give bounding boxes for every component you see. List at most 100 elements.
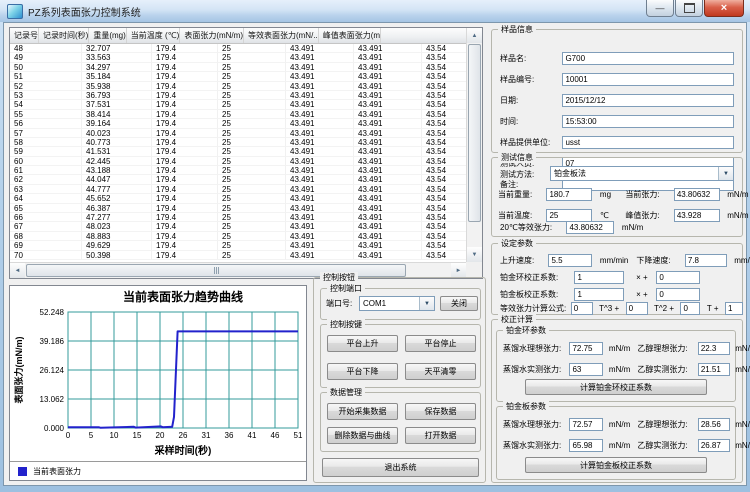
table-row[interactable]: 50 34.297 179.4 25 43.491 43.491 43.54 xyxy=(10,63,466,72)
table-row[interactable]: 61 43.188 179.4 25 43.491 43.491 43.54 xyxy=(10,166,466,175)
table-row[interactable]: 51 35.184 179.4 25 43.491 43.491 43.54 xyxy=(10,72,466,81)
table-row[interactable]: 56 39.164 179.4 25 43.491 43.491 43.54 xyxy=(10,119,466,128)
sample-field-input[interactable]: 2015/12/12 xyxy=(562,94,734,107)
sample-field-input[interactable]: usst xyxy=(562,136,734,149)
svg-text:46: 46 xyxy=(271,431,280,440)
table-row[interactable]: 48 32.707 179.4 25 43.491 43.491 43.54 xyxy=(10,44,466,53)
platform-up-button[interactable]: 平台上升 xyxy=(327,335,398,352)
port-label: 端口号: xyxy=(326,298,352,309)
sample-field-input[interactable]: 10001 xyxy=(562,73,734,86)
table-column-header[interactable]: 峰值表面张力(m xyxy=(319,28,381,43)
table-row[interactable]: 57 40.023 179.4 25 43.491 43.491 43.54 xyxy=(10,129,466,138)
formula-c-input[interactable]: 0 xyxy=(680,302,700,315)
field-input[interactable]: 43.928 xyxy=(674,209,720,222)
calc-ring-coef-button[interactable]: 计算铂金环校正系数 xyxy=(525,379,707,395)
table-row[interactable]: 54 37.531 179.4 25 43.491 43.491 43.54 xyxy=(10,100,466,109)
field-input[interactable]: 28.56 xyxy=(698,418,730,431)
sample-info-group: 样品信息 样品名: G700 样品编号: 10001 日期: 2015/12/1… xyxy=(491,29,743,153)
cell-equivalent-tension: 43.491 xyxy=(354,82,422,91)
table-row[interactable]: 49 33.563 179.4 25 43.491 43.491 43.54 xyxy=(10,53,466,62)
table-column-header[interactable]: 等效表面张力(mN/.. xyxy=(244,28,319,43)
formula-a-input[interactable]: 0 xyxy=(571,302,593,315)
ring-coef-b-input[interactable]: 0 xyxy=(656,271,700,284)
maximize-button[interactable] xyxy=(675,0,703,17)
table-row[interactable]: 55 38.414 179.4 25 43.491 43.491 43.54 xyxy=(10,110,466,119)
cell-record-no: 49 xyxy=(10,53,82,62)
ring-params-title: 铂金环参数 xyxy=(503,325,549,336)
field-input[interactable]: 72.75 xyxy=(569,342,603,355)
test-method-select[interactable]: 铂金板法 ▼ xyxy=(550,166,734,181)
table-row[interactable]: 60 42.445 179.4 25 43.491 43.491 43.54 xyxy=(10,157,466,166)
start-collect-button[interactable]: 开始采集数据 xyxy=(327,403,398,420)
formula-d-input[interactable]: 1 xyxy=(725,302,743,315)
port-select[interactable]: COM1 ▼ xyxy=(359,296,435,311)
equiv-tension-input[interactable]: 43.80632 xyxy=(566,221,614,234)
test-method-label: 测试方法: xyxy=(500,169,534,180)
ring-coef-k-input[interactable]: 1 xyxy=(574,271,624,284)
table-row[interactable]: 59 41.531 179.4 25 43.491 43.491 43.54 xyxy=(10,147,466,156)
platform-stop-button[interactable]: 平台停止 xyxy=(405,335,476,352)
field-label: 蒸馏水理想张力: xyxy=(503,419,565,430)
calc-plate-coef-button[interactable]: 计算铂金板校正系数 xyxy=(525,457,707,473)
table-column-header[interactable]: 记录时间(秒) xyxy=(39,28,89,43)
scroll-down-icon[interactable]: ▼ xyxy=(467,247,482,262)
table-column-header[interactable]: 表面张力(mN/m) xyxy=(180,28,244,43)
balance-zero-button[interactable]: 天平清零 xyxy=(405,363,476,380)
scroll-left-icon[interactable]: ◄ xyxy=(10,263,25,278)
minimize-button[interactable]: — xyxy=(646,0,674,17)
field-input[interactable]: 63 xyxy=(569,363,603,376)
vertical-scrollbar[interactable]: ▲ ▼ xyxy=(466,28,482,262)
table-row[interactable]: 68 48.883 179.4 25 43.491 43.491 43.54 xyxy=(10,232,466,241)
close-port-button[interactable]: 关闭 xyxy=(440,296,478,311)
table-column-header[interactable]: 重量(mg) xyxy=(89,28,126,43)
cell-weight: 179.4 xyxy=(152,241,218,250)
chevron-down-icon[interactable]: ▼ xyxy=(718,167,733,180)
cell-peak-tension: 43.54 xyxy=(422,213,466,222)
cell-weight: 179.4 xyxy=(152,72,218,81)
field-input[interactable]: 65.98 xyxy=(569,439,603,452)
cell-surface-tension: 43.491 xyxy=(286,72,354,81)
table-row[interactable]: 67 48.023 179.4 25 43.491 43.491 43.54 xyxy=(10,222,466,231)
vertical-scroll-thumb[interactable] xyxy=(468,44,481,222)
field-input[interactable]: 72.57 xyxy=(569,418,603,431)
close-button[interactable]: × xyxy=(704,0,744,17)
table-row[interactable]: 64 45.652 179.4 25 43.491 43.491 43.54 xyxy=(10,194,466,203)
table-column-header[interactable]: 当前温度 (℃) xyxy=(127,28,181,43)
down-speed-input[interactable]: 7.8 xyxy=(685,254,727,267)
table-row[interactable]: 66 47.277 179.4 25 43.491 43.491 43.54 xyxy=(10,213,466,222)
field-input[interactable]: 26.87 xyxy=(698,439,730,452)
field-input[interactable]: 43.80632 xyxy=(674,188,720,201)
test-field-row: 当前重量: 180.7 mg 当前张力: 43.80632 mN/m xyxy=(498,186,742,204)
title-bar[interactable]: PZ系列表面张力控制系统 — × xyxy=(0,0,750,22)
delete-data-button[interactable]: 删除数据与曲线 xyxy=(327,427,398,444)
table-row[interactable]: 62 44.047 179.4 25 43.491 43.491 43.54 xyxy=(10,175,466,184)
table-row[interactable]: 70 50.398 179.4 25 43.491 43.491 43.54 xyxy=(10,251,466,260)
open-data-button[interactable]: 打开数据 xyxy=(405,427,476,444)
platform-down-button[interactable]: 平台下降 xyxy=(327,363,398,380)
table-row[interactable]: 58 40.773 179.4 25 43.491 43.491 43.54 xyxy=(10,138,466,147)
sample-field-input[interactable]: G700 xyxy=(562,52,734,65)
table-row[interactable]: 53 36.793 179.4 25 43.491 43.491 43.54 xyxy=(10,91,466,100)
chevron-down-icon[interactable]: ▼ xyxy=(419,297,434,310)
field-input[interactable]: 22.3 xyxy=(698,342,730,355)
field-input[interactable]: 21.51 xyxy=(698,363,730,376)
cell-temperature: 25 xyxy=(218,91,286,100)
save-data-button[interactable]: 保存数据 xyxy=(405,403,476,420)
table-row[interactable]: 65 46.387 179.4 25 43.491 43.491 43.54 xyxy=(10,204,466,213)
sample-field-input[interactable]: 15:53:00 xyxy=(562,115,734,128)
table-row[interactable]: 69 49.629 179.4 25 43.491 43.491 43.54 xyxy=(10,241,466,250)
table-row[interactable]: 52 35.938 179.4 25 43.491 43.491 43.54 xyxy=(10,82,466,91)
up-speed-input[interactable]: 5.5 xyxy=(548,254,592,267)
cell-record-time: 32.707 xyxy=(82,44,152,53)
table-column-header[interactable]: 记录号 xyxy=(10,28,39,43)
scroll-right-icon[interactable]: ► xyxy=(451,263,466,278)
field-label: 蒸馏水实测张力: xyxy=(503,364,565,375)
exit-system-button[interactable]: 退出系统 xyxy=(322,458,479,477)
scroll-up-icon[interactable]: ▲ xyxy=(467,28,482,43)
formula-b-input[interactable]: 0 xyxy=(626,302,648,315)
cell-surface-tension: 43.491 xyxy=(286,91,354,100)
field-input[interactable]: 180.7 xyxy=(546,188,592,201)
cell-surface-tension: 43.491 xyxy=(286,147,354,156)
horizontal-scrollbar[interactable]: ◄ ► xyxy=(10,262,466,278)
table-row[interactable]: 63 44.777 179.4 25 43.491 43.491 43.54 xyxy=(10,185,466,194)
